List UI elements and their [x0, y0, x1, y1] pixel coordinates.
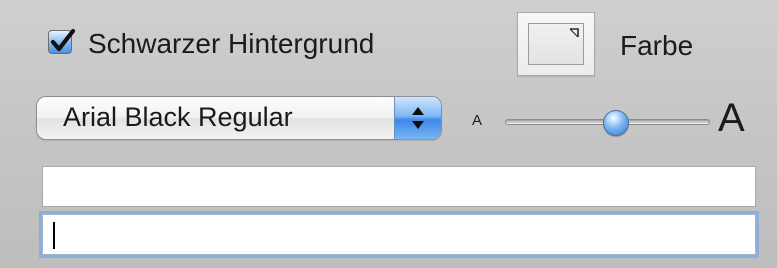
text-field-1[interactable]: [42, 166, 756, 207]
text-input-1[interactable]: [43, 167, 755, 206]
updown-arrows-icon: [394, 97, 441, 139]
color-label: Farbe: [620, 30, 694, 61]
font-popup-button[interactable]: Arial Black Regular: [36, 96, 442, 140]
slider-thumb[interactable]: [603, 110, 630, 136]
font-settings-panel: Schwarzer Hintergrund Farbe Arial Black …: [0, 0, 777, 268]
font-size-slider[interactable]: [505, 110, 710, 136]
font-size-large-label: A: [718, 96, 745, 140]
black-background-checkbox[interactable]: [48, 28, 76, 54]
black-background-label[interactable]: Schwarzer Hintergrund: [88, 28, 374, 60]
corner-arrow-icon: [569, 28, 579, 38]
text-input-2[interactable]: [43, 215, 755, 254]
color-swatch: [528, 23, 584, 65]
font-popup-value: Arial Black Regular: [63, 102, 293, 132]
color-well[interactable]: [517, 12, 595, 76]
checkmark-icon: [50, 28, 76, 52]
text-field-2[interactable]: [42, 214, 756, 255]
font-size-small-label: A: [472, 112, 483, 129]
text-cursor: [53, 222, 55, 249]
